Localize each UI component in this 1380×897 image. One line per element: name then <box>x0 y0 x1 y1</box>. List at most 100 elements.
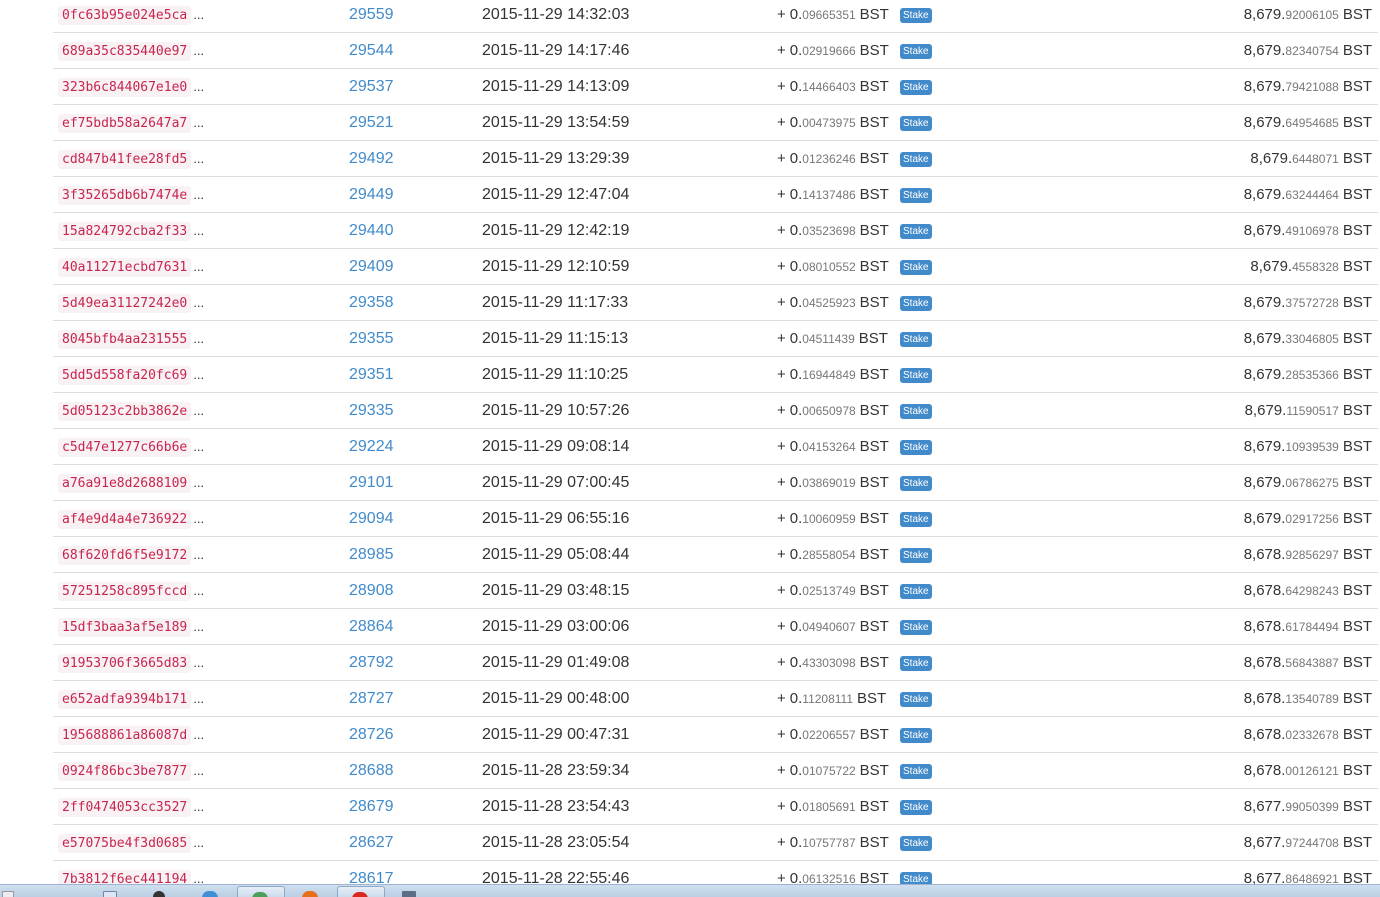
calculator-icon[interactable] <box>402 891 416 897</box>
txid-hash[interactable]: ef75bdb58a2647a7 <box>58 114 192 133</box>
table-row: 689a35c835440e97... 29544 2015-11-29 14:17… <box>53 33 1378 69</box>
block-link[interactable]: 29094 <box>349 501 394 536</box>
txid-hash[interactable]: 0fc63b95e024e5ca <box>58 6 192 25</box>
txid-hash[interactable]: 5d05123c2bb3862e <box>58 402 192 421</box>
amount-integer: 0. <box>789 474 803 491</box>
txid-hash[interactable]: 15a824792cba2f33 <box>58 222 192 241</box>
txid-hash[interactable]: af4e9d4a4e736922 <box>58 510 192 529</box>
taskbar-button-active[interactable] <box>237 886 285 897</box>
txid-cell[interactable]: 0924f86bc3be7877... <box>58 753 204 788</box>
block-link[interactable]: 28985 <box>349 537 394 572</box>
firefox-icon[interactable] <box>302 891 318 897</box>
taskbar-button-opera[interactable] <box>337 886 385 897</box>
block-link[interactable]: 29409 <box>349 249 394 284</box>
amount-currency: BST <box>859 546 889 563</box>
block-link[interactable]: 28864 <box>349 609 394 644</box>
txid-hash[interactable]: 5dd5d558fa20fc69 <box>58 366 192 385</box>
txid-cell[interactable]: 0fc63b95e024e5ca... <box>58 0 204 32</box>
block-link[interactable]: 28627 <box>349 825 394 860</box>
txid-cell[interactable]: 40a11271ecbd7631... <box>58 249 204 284</box>
block-link[interactable]: 28679 <box>349 789 394 824</box>
explorer-icon[interactable] <box>103 891 117 897</box>
txid-cell[interactable]: e652adfa9394b171... <box>58 681 204 716</box>
amount-currency: BST <box>859 510 889 527</box>
chrome-icon <box>252 892 268 897</box>
txid-hash[interactable]: e652adfa9394b171 <box>58 690 192 709</box>
txid-hash[interactable]: a76a91e8d2688109 <box>58 474 192 493</box>
txid-cell[interactable]: 5dd5d558fa20fc69... <box>58 357 204 392</box>
amount: +0.02919666 BST <box>777 33 889 68</box>
txid-hash[interactable]: cd847b41fee28fd5 <box>58 150 192 169</box>
txid-cell[interactable]: 68f620fd6f5e9172... <box>58 537 204 572</box>
txid-hash[interactable]: 8045bfb4aa231555 <box>58 330 192 349</box>
media-icon[interactable] <box>153 891 165 897</box>
txid-hash[interactable]: 5d49ea31127242e0 <box>58 294 192 313</box>
txid-cell[interactable]: 57251258c895fccd... <box>58 573 204 608</box>
txid-hash[interactable]: 15df3baa3af5e189 <box>58 618 192 637</box>
txid-cell[interactable]: 2ff0474053cc3527... <box>58 789 204 824</box>
amount-integer: 0. <box>789 330 803 347</box>
txid-cell[interactable]: 5d49ea31127242e0... <box>58 285 204 320</box>
block-link[interactable]: 28688 <box>349 753 394 788</box>
start-icon[interactable] <box>2 891 14 897</box>
txid-hash[interactable]: 57251258c895fccd <box>58 582 192 601</box>
block-link[interactable]: 29101 <box>349 465 394 500</box>
block-link[interactable]: 29449 <box>349 177 394 212</box>
timestamp: 2015-11-28 23:54:43 <box>482 798 630 815</box>
block-link[interactable]: 29355 <box>349 321 394 356</box>
txid-hash[interactable]: 195688861a86087d <box>58 726 192 745</box>
amount: +0.01805691 BST <box>777 789 889 824</box>
txid-cell[interactable]: 195688861a86087d... <box>58 717 204 752</box>
block-link[interactable]: 29559 <box>349 0 394 32</box>
balance-decimals: 33046805 <box>1285 332 1339 346</box>
txid-cell[interactable]: cd847b41fee28fd5... <box>58 141 204 176</box>
block-link[interactable]: 28726 <box>349 717 394 752</box>
txid-cell[interactable]: 15a824792cba2f33... <box>58 213 204 248</box>
txid-cell[interactable]: 8045bfb4aa231555... <box>58 321 204 356</box>
txid-cell[interactable]: e57075be4f3d0685... <box>58 825 204 860</box>
amount-integer: 0. <box>789 618 803 635</box>
table-row: 2ff0474053cc3527... 28679 2015-11-28 23:54… <box>53 789 1378 825</box>
block-link[interactable]: 29537 <box>349 69 394 104</box>
txid-cell[interactable]: 91953706f3665d83... <box>58 645 204 680</box>
block-link[interactable]: 29335 <box>349 393 394 428</box>
ie-icon[interactable] <box>202 891 218 897</box>
txid-hash[interactable]: 68f620fd6f5e9172 <box>58 546 192 565</box>
txid-cell[interactable]: ef75bdb58a2647a7... <box>58 105 204 140</box>
txid-hash[interactable]: 2ff0474053cc3527 <box>58 798 192 817</box>
txid-cell[interactable]: 323b6c844067e1e0... <box>58 69 204 104</box>
amount-decimals: 04153264 <box>802 440 856 454</box>
block-link[interactable]: 28908 <box>349 573 394 608</box>
amount-integer: 0. <box>789 6 803 23</box>
txid-cell[interactable]: c5d47e1277c66b6e... <box>58 429 204 464</box>
block-link[interactable]: 29521 <box>349 105 394 140</box>
balance-currency: BST <box>1342 6 1372 23</box>
txid-hash[interactable]: 323b6c844067e1e0 <box>58 78 192 97</box>
txid-cell[interactable]: af4e9d4a4e736922... <box>58 501 204 536</box>
txid-hash[interactable]: 0924f86bc3be7877 <box>58 762 192 781</box>
block-link[interactable]: 29544 <box>349 33 394 68</box>
block-link[interactable]: 29358 <box>349 285 394 320</box>
txid-hash[interactable]: 689a35c835440e97 <box>58 42 192 61</box>
block-link[interactable]: 29440 <box>349 213 394 248</box>
txid-cell[interactable]: 15df3baa3af5e189... <box>58 609 204 644</box>
txid-hash[interactable]: c5d47e1277c66b6e <box>58 438 192 457</box>
txid-cell[interactable]: 5d05123c2bb3862e... <box>58 393 204 428</box>
txid-hash[interactable]: e57075be4f3d0685 <box>58 834 192 853</box>
txid-hash[interactable]: 3f35265db6b7474e <box>58 186 192 205</box>
amount-currency: BST <box>859 726 889 743</box>
block-link[interactable]: 29492 <box>349 141 394 176</box>
txid-hash[interactable]: 91953706f3665d83 <box>58 654 192 673</box>
block-link[interactable]: 28727 <box>349 681 394 716</box>
txid-cell[interactable]: a76a91e8d2688109... <box>58 465 204 500</box>
stake-badge: Stake <box>900 800 932 815</box>
table-row: e57075be4f3d0685... 28627 2015-11-28 23:05… <box>53 825 1378 861</box>
txid-cell[interactable]: 3f35265db6b7474e... <box>58 177 204 212</box>
block-link[interactable]: 29351 <box>349 357 394 392</box>
amount: +0.04525923 BST <box>777 285 889 320</box>
amount-sign: + <box>777 402 786 419</box>
block-link[interactable]: 28792 <box>349 645 394 680</box>
txid-hash[interactable]: 40a11271ecbd7631 <box>58 258 192 277</box>
txid-cell[interactable]: 689a35c835440e97... <box>58 33 204 68</box>
block-link[interactable]: 29224 <box>349 429 394 464</box>
